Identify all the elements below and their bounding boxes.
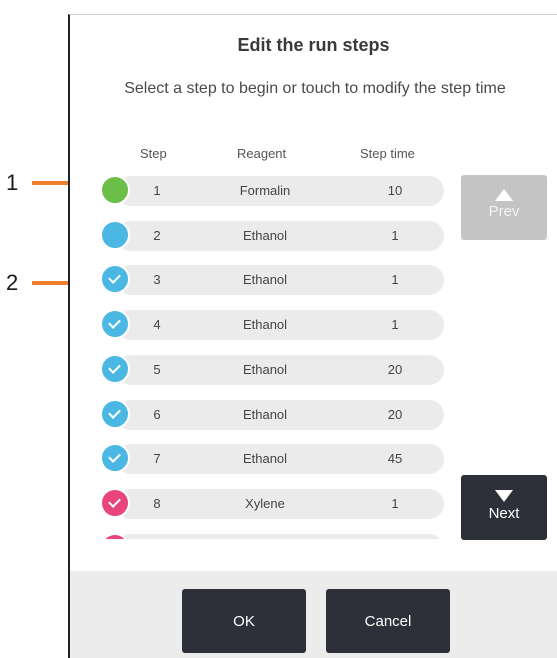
step-row[interactable]: 6 Ethanol 20 (100, 397, 445, 433)
cancel-button[interactable]: Cancel (326, 589, 450, 653)
step-row[interactable]: 7 Ethanol 45 (100, 441, 445, 477)
step-status-icon[interactable] (100, 175, 130, 205)
step-number: 7 (153, 451, 161, 466)
step-number: 4 (153, 317, 161, 332)
step-status-check-icon[interactable] (100, 264, 130, 294)
step-row[interactable]: 4 Ethanol 1 (100, 307, 445, 343)
step-row[interactable]: 3 Ethanol 1 (100, 262, 445, 298)
step-status-check-icon[interactable] (100, 443, 130, 473)
step-status-check-icon[interactable] (100, 399, 130, 429)
step-row-background (116, 534, 444, 539)
checkmark-icon (108, 450, 121, 463)
step-time[interactable]: 20 (365, 407, 425, 422)
prev-label: Prev (488, 203, 520, 220)
column-header-reagent: Reagent (237, 146, 287, 161)
step-time[interactable]: 1 (365, 496, 425, 511)
checkmark-icon (108, 271, 121, 284)
column-header-step: Step (140, 146, 167, 161)
step-time[interactable]: 1 (365, 228, 425, 243)
next-button[interactable]: Next (461, 475, 547, 540)
dialog-footer: OK Cancel (70, 571, 557, 658)
step-status-check-icon[interactable] (100, 309, 130, 339)
step-time[interactable]: 1 (365, 317, 425, 332)
checkmark-icon (108, 495, 121, 508)
callout-number: 2 (6, 270, 19, 295)
step-number: 6 (153, 407, 161, 422)
step-row[interactable]: 2 Ethanol 1 (100, 218, 445, 254)
step-reagent: Ethanol (242, 228, 288, 243)
step-status-check-icon[interactable] (100, 354, 130, 384)
step-row[interactable] (100, 531, 445, 539)
arrow-down-icon (495, 490, 513, 502)
step-time[interactable]: 10 (365, 183, 425, 198)
step-time[interactable]: 45 (365, 451, 425, 466)
ok-button[interactable]: OK (182, 589, 306, 653)
step-row[interactable]: 1 Formalin 10 (100, 173, 445, 209)
step-number: 5 (153, 362, 161, 377)
step-row[interactable]: 5 Ethanol 20 (100, 352, 445, 388)
step-reagent: Ethanol (242, 317, 288, 332)
dialog-subtitle: Select a step to begin or touch to modif… (124, 80, 506, 97)
step-list[interactable]: 1 Formalin 10 2 Ethanol 1 3 Ethanol 1 4 Ethanol 1 5 E… (100, 173, 445, 539)
arrow-up-icon (495, 189, 513, 201)
edit-run-steps-dialog: Edit the run steps Select a step to begi… (68, 14, 557, 658)
step-reagent: Ethanol (242, 407, 288, 422)
step-row[interactable]: 8 Xylene 1 (100, 486, 445, 522)
step-time[interactable]: 20 (365, 362, 425, 377)
step-reagent: Formalin (239, 183, 291, 198)
step-number: 3 (153, 272, 161, 287)
step-reagent: Ethanol (242, 451, 288, 466)
step-status-icon[interactable] (100, 220, 130, 250)
column-header-step-time: Step time (360, 146, 415, 161)
step-number: 8 (153, 496, 161, 511)
step-number: 1 (153, 183, 161, 198)
step-time[interactable]: 1 (365, 272, 425, 287)
step-status-check-icon[interactable] (100, 488, 130, 518)
dialog-title: Edit the run steps (237, 35, 390, 55)
checkmark-icon (108, 406, 121, 419)
checkmark-icon (108, 361, 121, 374)
callout-number: 1 (6, 170, 19, 195)
step-reagent: Ethanol (242, 362, 288, 377)
next-label: Next (488, 505, 520, 522)
prev-button[interactable]: Prev (461, 175, 547, 240)
step-reagent: Xylene (245, 496, 285, 511)
checkmark-icon (108, 316, 121, 329)
step-number: 2 (153, 228, 161, 243)
step-reagent: Ethanol (242, 272, 288, 287)
page: 1 2 Edit the run steps Select a step to … (0, 0, 557, 658)
